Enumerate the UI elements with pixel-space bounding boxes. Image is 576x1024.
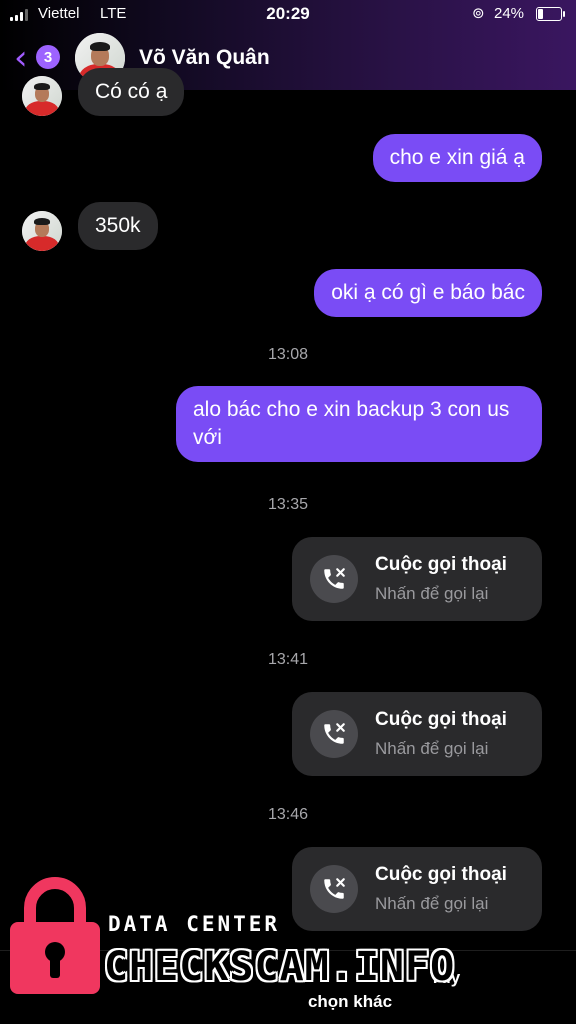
contact-name[interactable]: Võ Văn Quân — [139, 46, 270, 70]
outgoing-message[interactable]: alo bác cho e xin backup 3 con us với — [176, 386, 542, 462]
incoming-message[interactable]: 350k — [78, 202, 158, 250]
call-title: Cuộc gọi thoại — [375, 864, 507, 885]
call-subtitle: Nhấn để gọi lại — [375, 739, 489, 758]
outgoing-message[interactable]: cho e xin giá ạ — [372, 134, 542, 182]
call-title: Cuộc gọi thoại — [375, 709, 507, 730]
sender-avatar[interactable] — [22, 76, 62, 116]
timestamp: 13:46 — [267, 806, 309, 823]
battery-percent: 24% — [494, 5, 525, 22]
timestamp: 13:08 — [267, 346, 309, 363]
sender-avatar[interactable] — [22, 211, 62, 251]
back-button[interactable]: ‹ 3 — [14, 40, 64, 76]
watermark-line2: CHECKSCAM.INFO — [104, 944, 456, 990]
call-subtitle: Nhấn để gọi lại — [375, 894, 489, 913]
call-title: Cuộc gọi thoại — [375, 554, 507, 575]
missed-call-icon — [310, 710, 358, 758]
missed-call-icon — [310, 865, 358, 913]
status-bar: Viettel LTE 20:29 ⊚ 24% — [0, 0, 576, 30]
unread-badge: 3 — [36, 45, 60, 69]
missed-call-icon — [310, 555, 358, 603]
lock-icon — [10, 877, 100, 994]
more-options-label[interactable]: chọn khác — [200, 990, 500, 1014]
battery-icon — [536, 7, 565, 21]
timestamp: 13:41 — [267, 651, 309, 668]
incoming-message[interactable]: Có có ạ — [78, 68, 185, 116]
timestamp: 13:35 — [267, 496, 309, 513]
call-subtitle: Nhấn để gọi lại — [375, 584, 489, 603]
chevron-left-icon: ‹ — [14, 38, 28, 78]
clock: 20:29 — [266, 4, 310, 23]
watermark-line1: DATA CENTER — [108, 912, 281, 936]
missed-call-card[interactable]: Cuộc gọi thoại Nhấn để gọi lại — [292, 847, 542, 931]
battery-level — [538, 9, 543, 19]
missed-call-card[interactable]: Cuộc gọi thoại Nhấn để gọi lại — [292, 692, 542, 776]
missed-call-card[interactable]: Cuộc gọi thoại Nhấn để gọi lại — [292, 537, 542, 621]
rotation-lock-icon: ⊚ — [472, 5, 485, 22]
outgoing-message[interactable]: oki ạ có gì e báo bác — [314, 269, 542, 317]
